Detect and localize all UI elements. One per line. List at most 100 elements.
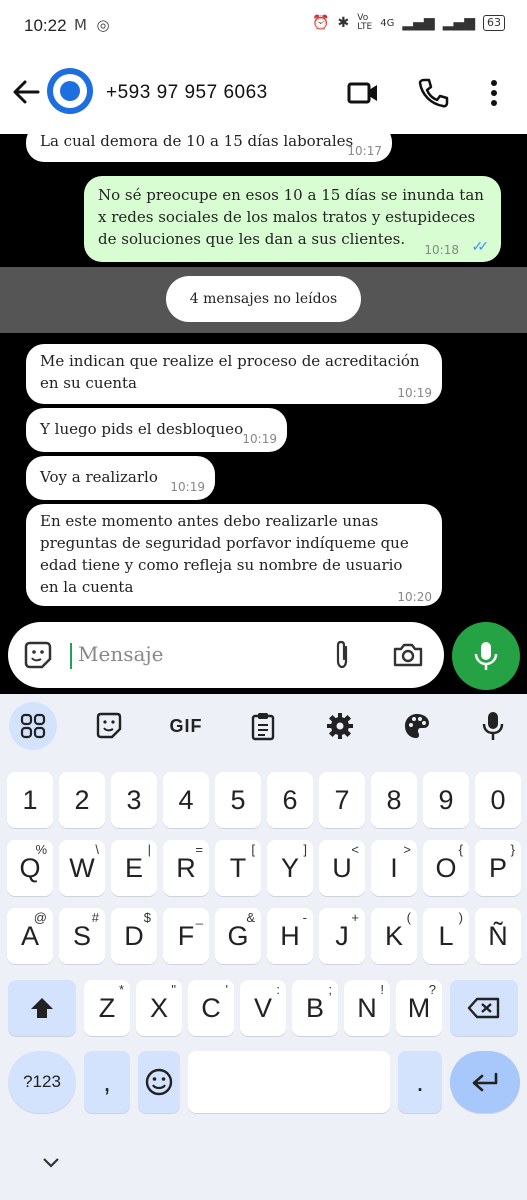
key-4[interactable]: 4 xyxy=(163,772,209,828)
gif-button[interactable]: GIF xyxy=(162,702,210,750)
key-q[interactable]: Q% xyxy=(7,840,53,896)
voice-message-button[interactable] xyxy=(452,622,520,690)
key-r[interactable]: R = xyxy=(163,840,209,896)
message-text: La cual demora de 10 a 15 días laborales xyxy=(40,134,354,150)
emoji-key[interactable] xyxy=(138,1051,180,1113)
clipboard-icon[interactable] xyxy=(239,702,287,750)
key-label: P xyxy=(488,852,507,883)
key-j[interactable]: J + xyxy=(319,908,365,964)
key-8[interactable]: 8 xyxy=(371,772,417,828)
message-bubble-incoming[interactable]: La cual demora de 10 a 15 días laborales… xyxy=(26,134,392,162)
key-hint: } xyxy=(510,842,515,857)
alarm-icon: ⏰ xyxy=(312,15,330,31)
key-label: M xyxy=(407,992,431,1023)
message-bubble-incoming[interactable]: Me indican que realize el proceso de acr… xyxy=(26,344,442,404)
signal-icon: ▂▄▆ xyxy=(402,15,435,31)
key-label: O xyxy=(435,852,457,883)
key-label: Y xyxy=(280,852,299,883)
backspace-key[interactable] xyxy=(450,980,518,1036)
key-6[interactable]: 6 xyxy=(267,772,313,828)
notification-icons: M ◎ xyxy=(74,16,110,34)
key-k[interactable]: K( xyxy=(371,908,417,964)
key-b[interactable]: B; xyxy=(292,980,338,1036)
contact-name[interactable]: +593 97 957 6063 xyxy=(106,82,268,104)
attach-icon[interactable] xyxy=(326,639,358,671)
key-s[interactable]: S # xyxy=(59,908,105,964)
key-h[interactable]: H- xyxy=(267,908,313,964)
key-hint: | xyxy=(147,842,151,857)
key-1[interactable]: 1 xyxy=(7,772,53,828)
settings-icon[interactable] xyxy=(316,702,364,750)
key-0[interactable]: 0 xyxy=(475,772,521,828)
key-ñ[interactable]: Ñ xyxy=(475,908,521,964)
symbols-key[interactable]: ?123 xyxy=(8,1051,76,1113)
message-bubble-incoming[interactable]: En este momento antes debo realizarle un… xyxy=(26,504,442,606)
key-9[interactable]: 9 xyxy=(423,772,469,828)
sticker-icon[interactable] xyxy=(85,702,133,750)
comma-key[interactable]: , xyxy=(84,1051,130,1113)
avatar[interactable] xyxy=(47,68,93,114)
key-hint: + xyxy=(351,910,359,925)
key-y[interactable]: Y] xyxy=(267,840,313,896)
emoji-sticker-icon[interactable] xyxy=(22,639,54,671)
key-label: 6 xyxy=(282,784,298,815)
key-n[interactable]: N! xyxy=(344,980,390,1036)
space-key[interactable] xyxy=(188,1051,390,1113)
key-v[interactable]: V: xyxy=(240,980,286,1036)
key-5[interactable]: 5 xyxy=(215,772,261,828)
key-hint: ! xyxy=(380,982,384,997)
key-u[interactable]: U < xyxy=(319,840,365,896)
message-input[interactable]: Mensaje xyxy=(78,642,163,666)
voice-input-icon[interactable] xyxy=(469,702,517,750)
instagram-icon: ◎ xyxy=(96,16,110,34)
phone-call-icon[interactable] xyxy=(416,76,450,110)
key-label: W xyxy=(69,852,95,883)
key-hint: ) xyxy=(458,910,463,925)
key-7[interactable]: 7 xyxy=(319,772,365,828)
key-o[interactable]: O{ xyxy=(423,840,469,896)
camera-icon[interactable] xyxy=(392,639,424,671)
key-3[interactable]: 3 xyxy=(111,772,157,828)
more-options-icon[interactable] xyxy=(477,76,511,110)
key-label: R xyxy=(176,852,196,883)
message-bubble-outgoing[interactable]: No sé preocupe en esos 10 a 15 días se i… xyxy=(84,176,501,262)
key-hint: $ xyxy=(143,910,151,925)
key-w[interactable]: W \ xyxy=(59,840,105,896)
key-l[interactable]: L) xyxy=(423,908,469,964)
unread-label: 4 mensajes no leídos xyxy=(166,276,361,322)
enter-key[interactable] xyxy=(450,1051,520,1113)
shift-key[interactable] xyxy=(8,980,76,1036)
key-label: G xyxy=(227,920,249,951)
key-label: C xyxy=(201,992,221,1023)
key-f[interactable]: F _ xyxy=(163,908,209,964)
back-arrow-icon[interactable] xyxy=(10,76,42,108)
video-call-icon[interactable] xyxy=(346,76,380,110)
chat-area[interactable]: La cual demora de 10 a 15 días laborales… xyxy=(0,134,527,694)
key-e[interactable]: E | xyxy=(111,840,157,896)
message-bubble-incoming[interactable]: Voy a realizarlo 10:19 xyxy=(26,456,215,500)
message-bubble-incoming[interactable]: Y luego pids el desbloqueo 10:19 xyxy=(26,408,287,452)
hide-keyboard-icon[interactable] xyxy=(42,1156,60,1170)
key-label: 9 xyxy=(438,784,454,815)
period-key[interactable]: . xyxy=(398,1051,442,1113)
key-c[interactable]: C ' xyxy=(188,980,234,1036)
key-x[interactable]: X " xyxy=(136,980,182,1036)
key-t[interactable]: T[ xyxy=(215,840,261,896)
key-i[interactable]: I > xyxy=(371,840,417,896)
key-2[interactable]: 2 xyxy=(59,772,105,828)
key-z[interactable]: Z * xyxy=(84,980,130,1036)
palette-icon[interactable] xyxy=(393,702,441,750)
key-a[interactable]: A @ xyxy=(7,908,53,964)
volte-icon: Vo LTE xyxy=(357,13,373,32)
key-hint: = xyxy=(195,842,203,857)
key-d[interactable]: D $ xyxy=(111,908,157,964)
key-m[interactable]: M? xyxy=(396,980,442,1036)
key-p[interactable]: P} xyxy=(475,840,521,896)
key-hint: [ xyxy=(251,842,255,857)
key-g[interactable]: G & xyxy=(215,908,261,964)
keyboard: GIF 1 2 3 4 5 6 7 8 9 0 Q% W \ E | R = T[Y] U < I > O{P} A @ S # D $… xyxy=(0,694,527,1200)
message-composer[interactable]: Mensaje xyxy=(8,622,444,688)
read-receipt-icon: ✓✓ xyxy=(471,239,490,255)
chat-header: +593 97 957 6063 xyxy=(0,54,527,134)
apps-icon[interactable] xyxy=(9,702,57,750)
